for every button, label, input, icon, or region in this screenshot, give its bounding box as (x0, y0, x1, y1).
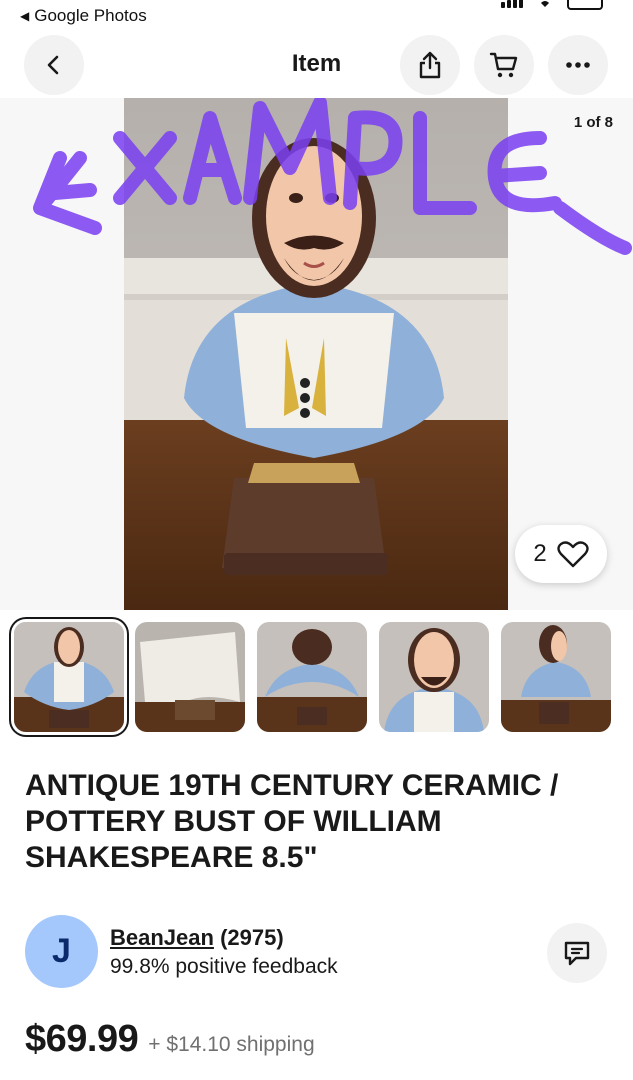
image-gallery[interactable]: 1 of 8 2 (0, 98, 633, 610)
seller-score: (2975) (220, 925, 284, 950)
watch-button[interactable]: 2 (515, 525, 607, 583)
back-to-app-link[interactable]: ◀ Google Photos (20, 6, 147, 26)
image-counter: 1 of 8 (573, 114, 613, 131)
thumbnail-4[interactable] (379, 622, 489, 732)
wifi-icon (541, 1, 549, 7)
thumbnail-strip (0, 620, 633, 736)
cart-icon (489, 52, 518, 78)
price: $69.99 (25, 1018, 139, 1060)
item-page: ◀ Google Photos Item 1 of 8 2 ANTIQUE 19… (0, 0, 633, 1080)
status-bar: ◀ Google Photos (0, 0, 633, 32)
back-to-app-label: Google Photos (34, 6, 147, 25)
share-icon (419, 51, 441, 79)
share-button[interactable] (400, 35, 460, 95)
signal-icon (501, 0, 523, 8)
chat-icon (564, 941, 590, 966)
thumbnail-1[interactable] (14, 622, 124, 732)
thumbnail-3[interactable] (257, 622, 367, 732)
more-button[interactable] (548, 35, 608, 95)
price-row: $69.99 + $14.10 shipping (25, 1018, 615, 1068)
page-title: Item (291, 50, 342, 77)
back-triangle-icon: ◀ (20, 9, 30, 23)
seller-name-link[interactable]: BeanJean (110, 925, 214, 950)
listing-title: ANTIQUE 19TH CENTURY CERAMIC / POTTERY B… (25, 769, 559, 874)
thumbnail-2[interactable] (135, 622, 245, 732)
battery-icon (567, 0, 603, 10)
shipping-cost: + $14.10 shipping (148, 1033, 315, 1056)
seller-feedback: 99.8% positive feedback (110, 955, 338, 978)
heart-outline-icon (556, 541, 589, 568)
cart-button[interactable] (474, 35, 534, 95)
seller-avatar[interactable]: J (25, 915, 98, 988)
status-icons (501, 0, 603, 10)
seller-info: J BeanJean (2975) 99.8% positive feedbac… (25, 915, 615, 990)
contact-seller-button[interactable] (547, 923, 607, 983)
main-product-photo[interactable] (124, 98, 508, 610)
watch-count: 2 (533, 540, 547, 567)
more-horizontal-icon (566, 62, 590, 68)
thumbnail-5[interactable] (501, 622, 611, 732)
top-nav: Item (0, 32, 633, 99)
seller-name-line: BeanJean (2975) (110, 925, 284, 951)
